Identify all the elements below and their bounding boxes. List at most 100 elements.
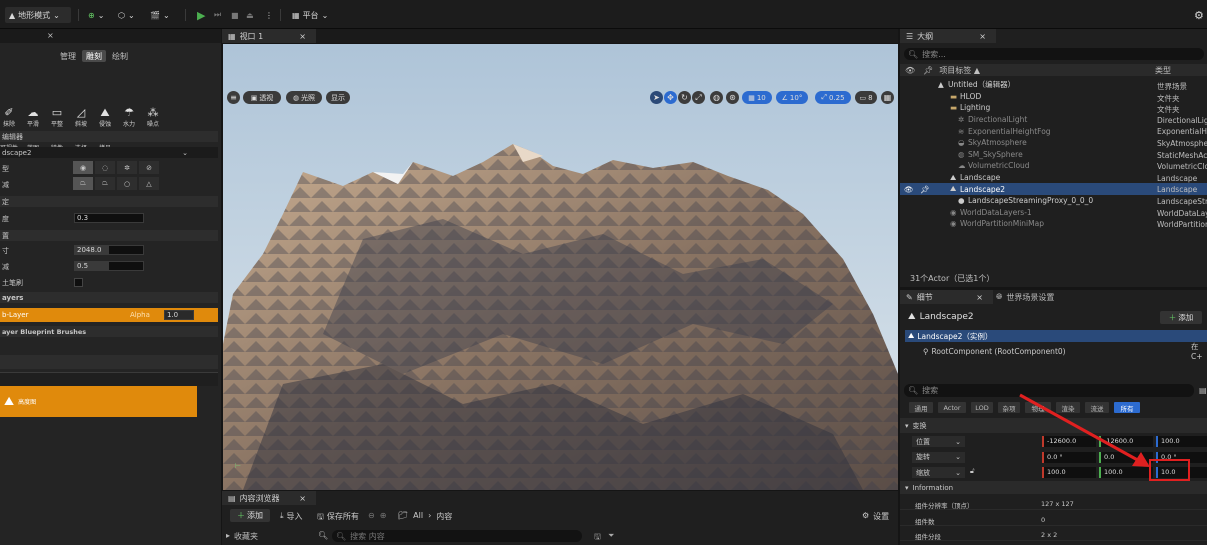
favorites-toggle[interactable]: ▸ 收藏夹 (226, 531, 258, 542)
angle-snap-button[interactable]: ∠ 10° (776, 91, 808, 104)
lock-icon[interactable]: 🔓︎ (970, 467, 975, 476)
layout-icon[interactable]: ▦ (881, 91, 894, 104)
outliner-row[interactable]: ▬ Lighting 文件夹 (900, 102, 1207, 114)
tool-noise[interactable]: ⁂ 噪点 (141, 106, 165, 128)
add-content-button[interactable]: ＋添加 (230, 509, 270, 522)
filter-chip[interactable]: LOD (971, 402, 993, 413)
terrain-brush-checkbox[interactable] (74, 278, 83, 287)
eye-icon[interactable]: 👁︎ (904, 185, 914, 194)
step-button[interactable]: ⏭ (214, 7, 221, 23)
world-space-icon[interactable]: ◍ (710, 91, 723, 104)
spherical-falloff-icon[interactable]: ○ (117, 177, 137, 190)
viewport-canvas[interactable]: ≡ ▣ 透视 ◍ 光照 显示 ➤ ✥ ↻ ⤢ ◍ ⊛ ▦ 10 ∠ 10° ⤢ 0.25 … (223, 44, 898, 490)
stop-button[interactable]: ■ (231, 7, 239, 23)
actor-name-field[interactable]: Landscape2 (920, 312, 974, 322)
instance-row[interactable]: ⛰ Landscape2（实例） (905, 330, 1207, 342)
strength-input[interactable]: 0.3 (74, 213, 144, 223)
outliner-row[interactable]: ⛰ Landscape Landscape (900, 172, 1207, 184)
details-tab[interactable]: ✎ 细节 × (900, 290, 993, 304)
linear-falloff-icon[interactable]: ⏢ (95, 177, 115, 190)
brush-size-input[interactable]: 2048.0 (74, 245, 144, 255)
forward-icon[interactable]: ⊕ (380, 511, 387, 520)
scale-tool-icon[interactable]: ⤢ (692, 91, 705, 104)
outliner-row[interactable]: ◉ WorldDataLayers-1 WorldDataLay (900, 207, 1207, 219)
outliner-row[interactable]: ◉ WorldPartitionMiniMap WorldPartition (900, 218, 1207, 230)
content-settings-button[interactable]: ⚙ 设置 (862, 511, 889, 522)
save-search-icon[interactable]: 🖫 (594, 531, 601, 545)
brush-falloff-input[interactable]: 0.5 (74, 261, 144, 271)
select-mode-icon[interactable]: ➤ (650, 91, 663, 104)
circle-brush-icon[interactable]: ◉ (73, 161, 93, 174)
root-component-row[interactable]: ⚲ RootComponent (RootComponent0) 在C+ (905, 342, 1207, 361)
pin-icon[interactable]: 📌︎ (920, 185, 930, 194)
back-icon[interactable]: ⊖ (368, 511, 375, 520)
tip-falloff-icon[interactable]: △ (139, 177, 159, 190)
add-component-button[interactable]: ＋添加 (1160, 311, 1202, 324)
outliner-row[interactable]: ≋ ExponentialHeightFog ExponentialHe (900, 125, 1207, 137)
tool-hydro[interactable]: ☂ 水力 (117, 106, 141, 128)
close-icon[interactable]: × (299, 494, 306, 503)
eject-button[interactable]: ⏏ (246, 7, 254, 23)
settings-button[interactable]: ⚙ (1194, 7, 1204, 23)
camera-speed-button[interactable]: ▭ 8 (855, 91, 877, 104)
tool-erosion[interactable]: ⛰ 侵蚀 (93, 106, 117, 128)
outliner-row[interactable]: ▬ HLOD 文件夹 (900, 91, 1207, 103)
filter-chip[interactable]: 通用 (909, 402, 933, 413)
scale-mode-dropdown[interactable]: 缩放 ⌄ (912, 467, 965, 478)
play-button[interactable]: ▶ (197, 7, 205, 23)
perspective-button[interactable]: ▣ 透视 (243, 91, 281, 104)
location-mode-dropdown[interactable]: 位置 ⌄ (912, 436, 965, 447)
play-options-button[interactable]: ⋮ (265, 7, 273, 23)
tool-ramp[interactable]: ◿ 斜坡 (69, 106, 93, 128)
subtab-paint[interactable]: 绘制 (108, 50, 132, 62)
outliner-row[interactable]: ● LandscapeStreamingProxy_0_0_0 LandscapeS… (900, 195, 1207, 207)
import-button[interactable]: ⤓ 导入 (280, 511, 303, 522)
blueprint-button[interactable]: ⬡ ⌄ (118, 7, 135, 23)
rotation-mode-dropdown[interactable]: 旋转 ⌄ (912, 451, 965, 463)
filter-chip[interactable]: Actor (938, 402, 966, 413)
outliner-row[interactable]: ◍ SM_SkySphere StaticMeshAct (900, 149, 1207, 161)
close-icon[interactable]: × (299, 32, 306, 41)
subtab-sculpt[interactable]: 雕刻 (82, 50, 106, 62)
landscape-select[interactable]: dscape2 ⌄ (0, 147, 218, 158)
mode-dropdown[interactable]: ▲ 地形模式 ⌄ (5, 7, 71, 23)
component-brush-icon[interactable]: ⊘ (139, 161, 159, 174)
lit-button[interactable]: ◍ 光照 (286, 91, 322, 104)
layer-row[interactable]: b-Layer Alpha 1.0 (0, 308, 218, 322)
add-actor-button[interactable]: ⊕ ⌄ (88, 7, 104, 23)
alpha-brush-icon[interactable]: ◌ (95, 161, 115, 174)
save-all-button[interactable]: 🖫 保存所有 (317, 511, 359, 525)
viewport-tab[interactable]: ▦ 视口 1 × (222, 29, 316, 43)
subtab-manage[interactable]: 管理 (56, 50, 80, 62)
content-search-input[interactable]: 🔍︎ 搜索 内容 (332, 530, 582, 542)
tool-flatten[interactable]: ▭ 平整 (45, 106, 69, 128)
outliner-row[interactable]: 👁︎ 📌︎ ⛰ Landscape2 Landscape (900, 183, 1207, 195)
search-icon[interactable]: 🔍︎ (318, 531, 328, 540)
filter-icon[interactable]: ⏷ (608, 531, 614, 541)
outliner-row[interactable]: ☁VolumetricCloud VolumetricClou (900, 160, 1207, 172)
smooth-falloff-icon[interactable]: ⏢ (73, 177, 93, 190)
outliner-row[interactable]: ◒SkyAtmosphereSkyAtmosphere (900, 137, 1207, 149)
move-tool-icon[interactable]: ✥ (664, 91, 677, 104)
tool-erase[interactable]: ✐ 抹除 (0, 106, 21, 128)
outliner-row[interactable]: ✲DirectionalLight DirectionalLigh (900, 114, 1207, 126)
heightmap-blueprint-item[interactable]: ⛰ 高度图 (0, 386, 197, 417)
layer-alpha-input[interactable]: 1.0 (164, 310, 194, 320)
close-tab-button[interactable]: × (47, 31, 54, 40)
rotate-tool-icon[interactable]: ↻ (678, 91, 691, 104)
outliner-search-input[interactable]: 🔍︎ 搜索... (904, 48, 1204, 60)
content-browser-tab[interactable]: ▤ 内容浏览器 × (222, 491, 316, 505)
outliner-tab[interactable]: ☰ 大纲 × (900, 29, 996, 43)
outliner-row[interactable]: ▲ Untitled（编辑器） 世界场景 (900, 79, 1207, 91)
world-settings-tab[interactable]: 🌐︎ 世界场景设置 (996, 290, 1054, 304)
surface-snap-icon[interactable]: ⊛ (726, 91, 739, 104)
viewport-menu-button[interactable]: ≡ (227, 91, 240, 104)
scale-snap-button[interactable]: ⤢ 0.25 (815, 91, 851, 104)
platform-button[interactable]: ▦ 平台 ⌄ (292, 7, 328, 23)
grid-snap-button[interactable]: ▦ 10 (742, 91, 772, 104)
tool-smooth[interactable]: ☁ 平滑 (21, 106, 45, 128)
close-icon[interactable]: × (979, 32, 986, 41)
pattern-brush-icon[interactable]: ✲ (117, 161, 137, 174)
cinematics-button[interactable]: 🎬 ⌄ (150, 7, 170, 23)
show-button[interactable]: 显示 (326, 91, 350, 104)
